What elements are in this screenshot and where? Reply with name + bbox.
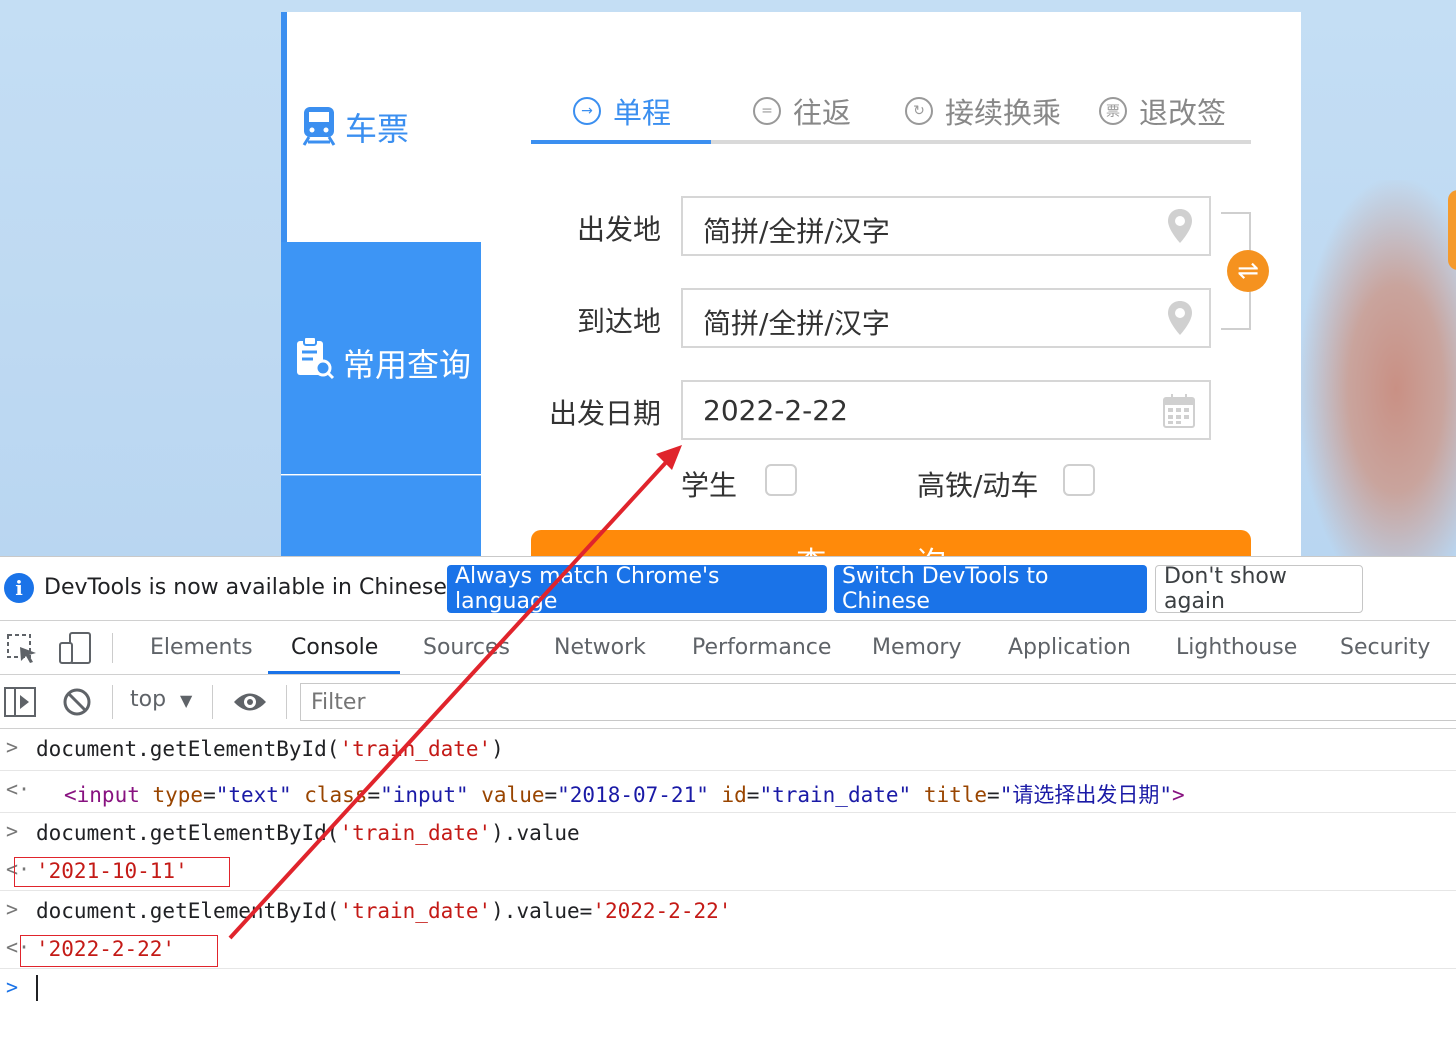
arrow-circle-icon: → (573, 97, 601, 125)
devtools-panel: i DevTools is now available in Chinese! … (0, 556, 1456, 1039)
tabbar-separator (112, 633, 113, 663)
result-prompt-icon: <· (6, 777, 31, 801)
context-selector[interactable]: top (130, 687, 166, 712)
tab-transfer[interactable]: ↻ 接续换乘 (905, 82, 1061, 140)
to-station-label: 到达地 (576, 305, 661, 338)
toolbar-separator (286, 685, 287, 719)
sidebar-toggle-icon[interactable] (4, 687, 36, 717)
console-input-line: > document.getElementById('train_date').… (0, 813, 1456, 853)
active-devtools-tab-indicator (268, 671, 400, 674)
tab-performance[interactable]: Performance (692, 635, 831, 660)
departure-date-field[interactable]: 2022-2-22 (681, 380, 1211, 440)
tab-sources[interactable]: Sources (423, 635, 510, 660)
console-toolbar: top ▼ (0, 675, 1456, 729)
highspeed-label: 高铁/动车 (917, 469, 1039, 502)
console-input-line: > document.getElementById('train_date').… (0, 891, 1456, 931)
console-result-value: '2021-10-11' (36, 859, 188, 883)
location-pin-icon (1168, 301, 1192, 335)
from-station-placeholder: 简拼/全拼/汉字 (703, 215, 890, 248)
always-match-language-button[interactable]: Always match Chrome's language (447, 564, 827, 614)
departure-date-label: 出发日期 (548, 397, 661, 430)
tab-application[interactable]: Application (1008, 635, 1131, 660)
student-checkbox[interactable] (765, 464, 797, 496)
console-result-line: <· '2022-2-22' (0, 931, 1456, 969)
tab-refund-change-label: 退改签 (1139, 96, 1227, 130)
toolbar-separator (212, 685, 213, 719)
console-command[interactable]: document.getElementById('train_date') (36, 737, 504, 761)
tab-refund-change[interactable]: 票 退改签 (1099, 82, 1226, 140)
refresh-circle-icon: ↻ (905, 97, 933, 125)
side-tab-query-label: 常用查询 (343, 346, 472, 384)
clipboard-search-icon (297, 336, 335, 380)
console-output: > document.getElementById('train_date') … (0, 729, 1456, 1039)
tab-network[interactable]: Network (554, 635, 646, 660)
from-station-field[interactable]: 简拼/全拼/汉字 (681, 196, 1211, 256)
toolbar-separator (112, 685, 113, 719)
device-toolbar-icon[interactable] (58, 631, 92, 665)
background-orange-shape (1448, 190, 1456, 270)
console-result-element[interactable]: <input type="text" class="input" value="… (64, 779, 1185, 809)
tab-transfer-label: 接续换乘 (945, 96, 1062, 130)
console-command[interactable]: document.getElementById('train_date').va… (36, 821, 580, 845)
student-label: 学生 (681, 469, 738, 502)
tab-round-trip[interactable]: = 往返 (753, 82, 851, 140)
info-icon: i (4, 573, 34, 603)
clear-console-icon[interactable] (62, 687, 92, 717)
caret-down-icon[interactable]: ▼ (180, 691, 192, 710)
tab-single-trip-label: 单程 (613, 96, 672, 130)
devtools-tabbar: Elements Console Sources Network Perform… (0, 621, 1456, 675)
side-tab-more[interactable] (281, 475, 481, 556)
infobar-message: DevTools is now available in Chinese! (44, 575, 456, 600)
console-command[interactable]: document.getElementById('train_date').va… (36, 899, 731, 923)
highspeed-checkbox[interactable] (1063, 464, 1095, 496)
search-button[interactable]: 查 询 (531, 530, 1251, 556)
input-prompt-icon: > (6, 735, 19, 759)
swap-stations-button[interactable]: ⇌ (1227, 250, 1269, 292)
switch-to-chinese-button[interactable]: Switch DevTools to Chinese (834, 564, 1147, 614)
from-station-label: 出发地 (576, 213, 661, 246)
background-decoration (1300, 180, 1456, 556)
dont-show-again-button[interactable]: Don't show again (1155, 564, 1363, 614)
console-filter-input[interactable] (300, 683, 1456, 721)
calendar-icon (1163, 394, 1195, 428)
console-result-line: <· <input type="text" class="input" valu… (0, 771, 1456, 813)
tab-round-trip-label: 往返 (793, 96, 852, 130)
live-expression-eye-icon[interactable] (232, 689, 268, 715)
web-page: 车票 常用查询 → 单程 = 往返 ↻ 接续换乘 票 退改签 出发地 简拼/全拼… (0, 0, 1456, 556)
to-station-placeholder: 简拼/全拼/汉字 (703, 307, 890, 340)
equals-circle-icon: = (753, 97, 781, 125)
input-prompt-icon: > (6, 897, 19, 921)
side-tab-ticket[interactable]: 车票 (281, 12, 481, 242)
console-prompt-line[interactable]: > (0, 969, 1456, 1009)
tab-security[interactable]: Security (1340, 635, 1430, 660)
text-caret (36, 975, 38, 1001)
active-tab-indicator (531, 140, 711, 144)
train-icon (302, 107, 336, 146)
inspect-element-icon[interactable] (6, 633, 38, 665)
swap-icon: ⇌ (1237, 256, 1259, 286)
to-station-field[interactable]: 简拼/全拼/汉字 (681, 288, 1211, 348)
console-result-line: <· '2021-10-11' (0, 853, 1456, 891)
departure-date-value: 2022-2-22 (703, 394, 848, 427)
tab-console[interactable]: Console (291, 635, 378, 660)
side-tab-ticket-label: 车票 (345, 110, 410, 148)
ticket-query-card: 车票 常用查询 → 单程 = 往返 ↻ 接续换乘 票 退改签 出发地 简拼/全拼… (281, 12, 1301, 556)
language-infobar: i DevTools is now available in Chinese! … (0, 557, 1456, 621)
input-prompt-icon: > (6, 819, 19, 843)
console-result-value: '2022-2-22' (36, 937, 176, 961)
ticket-circle-icon: 票 (1099, 97, 1127, 125)
tab-lighthouse[interactable]: Lighthouse (1176, 635, 1297, 660)
tab-elements[interactable]: Elements (150, 635, 253, 660)
location-pin-icon (1168, 209, 1192, 243)
console-input-line: > document.getElementById('train_date') (0, 729, 1456, 771)
active-prompt-icon: > (6, 975, 19, 999)
trip-type-tabs: → 单程 = 往返 ↻ 接续换乘 票 退改签 (531, 82, 1251, 144)
tab-single-trip[interactable]: → 单程 (573, 82, 671, 140)
tab-memory[interactable]: Memory (872, 635, 961, 660)
side-tab-common-query[interactable]: 常用查询 (281, 242, 481, 474)
